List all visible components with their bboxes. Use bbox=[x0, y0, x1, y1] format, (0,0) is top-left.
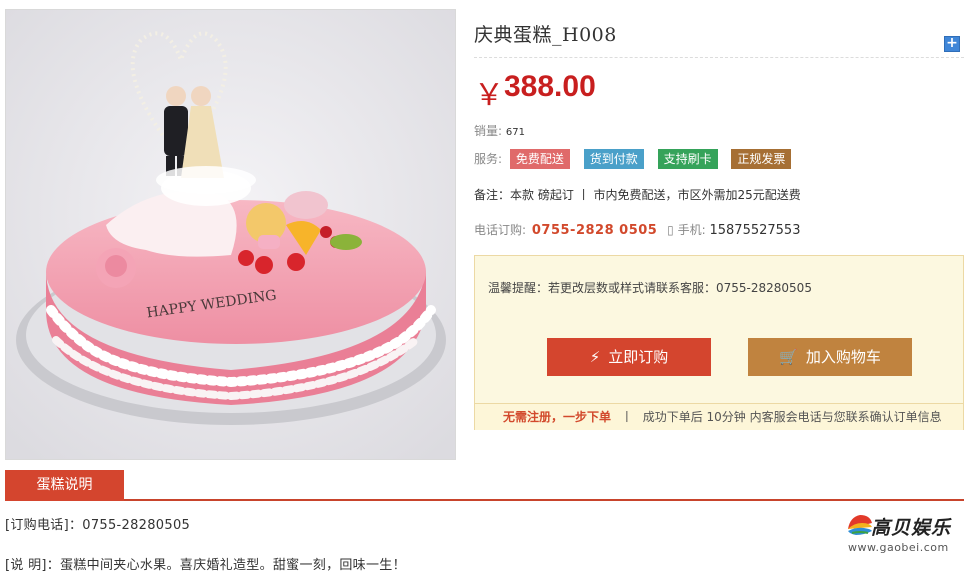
product-title: 庆典蛋糕_H008 bbox=[474, 24, 617, 46]
order-box: 温馨提醒：若更改层数或样式请联系客服：0755-28280505 ⚡ 立即订购 🛒… bbox=[474, 255, 964, 430]
services-label: 服务: bbox=[474, 152, 503, 166]
mobile-label: 手机: bbox=[677, 223, 706, 237]
phone-number: 0755-2828 0505 bbox=[531, 223, 658, 238]
service-tag: 免费配送 bbox=[509, 149, 570, 169]
cart-icon: 🛒 bbox=[779, 348, 798, 366]
price-value: 388.00 bbox=[504, 70, 596, 103]
order-now-button[interactable]: ⚡ 立即订购 bbox=[547, 338, 711, 376]
tab-bar: 蛋糕说明 bbox=[5, 470, 964, 501]
title-divider bbox=[474, 57, 964, 58]
lightning-icon: ⚡ bbox=[589, 348, 601, 366]
sales-label: 销量: bbox=[474, 124, 503, 138]
product-image: HAPPY WEDDING bbox=[5, 9, 456, 460]
order-footer-text: 成功下单后 10分钟 内客服会电话与您联系确认订单信息 bbox=[642, 410, 942, 424]
mobile-number: 15875527553 bbox=[709, 223, 801, 238]
logo-icon bbox=[848, 515, 872, 535]
service-tag: 正规发票 bbox=[731, 149, 792, 169]
sales-value: 671 bbox=[505, 127, 525, 138]
logo-brand: 高贝娱乐 bbox=[871, 517, 952, 539]
plus-icon[interactable]: + bbox=[944, 36, 960, 52]
currency-symbol: ￥ bbox=[474, 79, 504, 112]
services-row: 服务: 免费配送 货到付款 支持刷卡 正规发票 bbox=[474, 149, 801, 169]
service-tag: 货到付款 bbox=[583, 149, 644, 169]
phone-label: 电话订购: bbox=[474, 223, 527, 237]
order-footer: 无需注册，一步下单 丨 成功下单后 10分钟 内客服会电话与您联系确认订单信息 bbox=[475, 403, 963, 430]
sales-row: 销量: 671 bbox=[474, 122, 525, 139]
price: ￥388.00 bbox=[474, 70, 596, 114]
order-footer-separator: 丨 bbox=[620, 410, 633, 424]
site-logo: 高贝娱乐 www.gaobei.com bbox=[846, 509, 961, 557]
order-now-label: 立即订购 bbox=[608, 348, 669, 366]
description-line: [说 明]：蛋糕中间夹心水果。喜庆婚礼造型。甜蜜一刻，回味一生！ bbox=[5, 558, 406, 572]
service-tag: 支持刷卡 bbox=[657, 149, 718, 169]
phone-icon: ▯ bbox=[667, 223, 674, 237]
tab-description[interactable]: 蛋糕说明 bbox=[5, 470, 124, 501]
order-tip: 温馨提醒：若更改层数或样式请联系客服：0755-28280505 bbox=[488, 281, 812, 295]
logo-url: www.gaobei.com bbox=[848, 541, 949, 554]
order-footer-highlight: 无需注册，一步下单 bbox=[503, 410, 612, 424]
add-to-cart-button[interactable]: 🛒 加入购物车 bbox=[748, 338, 912, 376]
order-phone-line: [订购电话]：0755-28280505 bbox=[5, 518, 191, 533]
shipping-note: 备注：本款 磅起订 丨 市内免费配送，市区外需加25元配送费 bbox=[474, 188, 801, 202]
phone-row: 电话订购: 0755-2828 0505 ▯ 手机: 15875527553 bbox=[474, 221, 800, 238]
add-to-cart-label: 加入购物车 bbox=[805, 348, 881, 366]
